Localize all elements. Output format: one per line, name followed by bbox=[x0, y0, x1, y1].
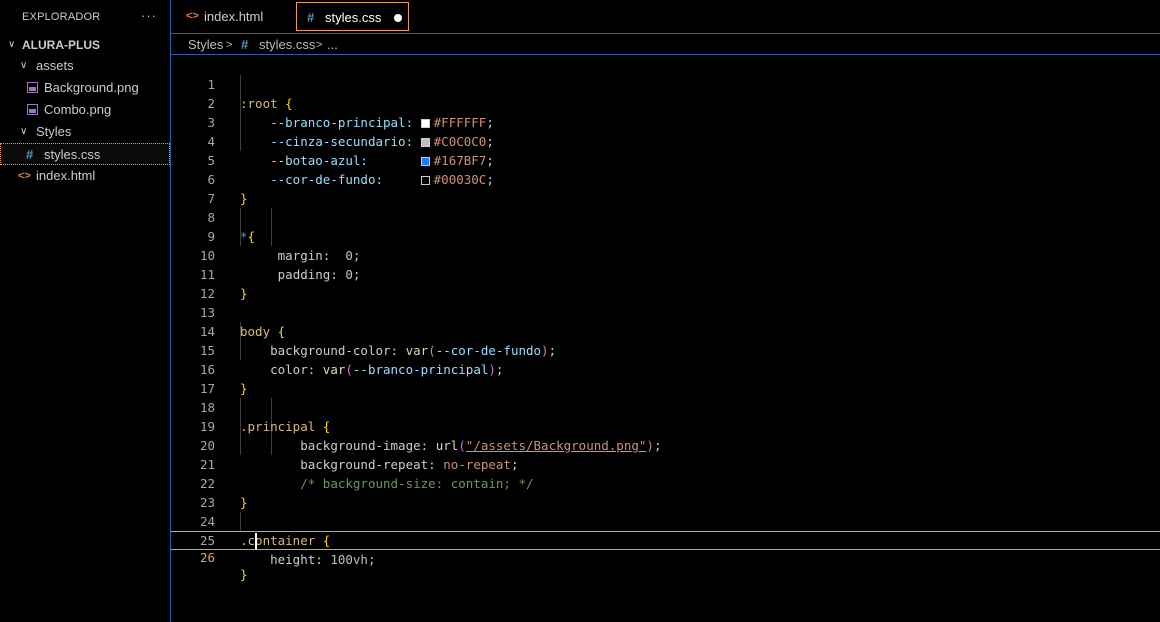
project-folder[interactable]: ∨ ALURA-PLUS bbox=[0, 34, 170, 56]
code-line: 17 bbox=[171, 360, 1160, 396]
image-file-icon bbox=[27, 82, 38, 93]
code-line: 24 .container { bbox=[171, 493, 1160, 548]
tab-index-html[interactable]: <> index.html bbox=[177, 2, 293, 31]
code-line: 6 } bbox=[171, 151, 1160, 206]
explorer-sidebar: EXPLORADOR ··· ∨ ALURA-PLUS ∨ assets Bac… bbox=[0, 0, 171, 622]
code-line: 1 :root { bbox=[171, 56, 1160, 111]
code-line: 16 } bbox=[171, 341, 1160, 396]
css-hash-icon: # bbox=[241, 37, 249, 52]
code-line: 9 margin: 0; bbox=[171, 208, 1160, 263]
code-line: 5 --cor-de-fundo: #00030C; bbox=[171, 132, 1160, 187]
line-number: 26 bbox=[199, 550, 215, 565]
code-line: 8 *{ bbox=[171, 189, 1160, 244]
code-line: 21 /* background-size: contain; */ bbox=[171, 436, 1160, 491]
chevron-down-icon: ∨ bbox=[20, 60, 28, 71]
css-hash-icon: # bbox=[307, 10, 315, 25]
code-line: 25 height: 100vh; bbox=[171, 512, 1160, 567]
tab-styles-css[interactable]: # styles.css bbox=[296, 2, 409, 31]
code-editor[interactable]: 1 :root { 2 --branco-principal: #FFFFFF;… bbox=[171, 56, 1160, 622]
html-icon: <> bbox=[186, 10, 199, 22]
css-hash-icon: # bbox=[26, 147, 34, 162]
code-line: 10 padding: 0; bbox=[171, 227, 1160, 282]
image-file-icon bbox=[27, 104, 38, 115]
file-styles-css[interactable]: # styles.css bbox=[0, 143, 170, 165]
value: 100vh bbox=[330, 552, 368, 567]
folder-label: assets bbox=[36, 58, 74, 73]
file-index-html[interactable]: <> index.html bbox=[0, 165, 170, 187]
file-label: Background.png bbox=[44, 80, 139, 95]
file-label: Combo.png bbox=[44, 102, 112, 117]
file-label: styles.css bbox=[44, 147, 101, 162]
code-line: 23 bbox=[171, 474, 1160, 510]
text-cursor bbox=[255, 533, 257, 549]
folder-assets[interactable]: ∨ assets bbox=[0, 55, 170, 77]
code-line: 2 --branco-principal: #FFFFFF; bbox=[171, 75, 1160, 130]
chevron-down-icon: ∨ bbox=[8, 39, 16, 50]
code-line: 22 } bbox=[171, 455, 1160, 510]
folder-label: Styles bbox=[36, 124, 72, 139]
folder-styles[interactable]: ∨ Styles bbox=[0, 121, 170, 143]
breadcrumb-more[interactable]: ... bbox=[327, 35, 338, 55]
chevron-down-icon: ∨ bbox=[20, 126, 28, 137]
html-icon: <> bbox=[18, 170, 31, 182]
file-label: index.html bbox=[36, 168, 96, 183]
more-actions-icon[interactable]: ··· bbox=[141, 8, 157, 23]
project-name: ALURA-PLUS bbox=[22, 38, 100, 52]
tab-label: index.html bbox=[204, 9, 264, 24]
code-line: 18 .principal { bbox=[171, 379, 1160, 434]
tab-bar: <> index.html # styles.css bbox=[171, 0, 1160, 34]
code-line: 11 } bbox=[171, 246, 1160, 301]
code-line: 12 bbox=[171, 265, 1160, 301]
breadcrumb: Styles > # styles.css > ... bbox=[171, 35, 1160, 55]
tab-label: styles.css bbox=[325, 10, 382, 25]
file-combo-png[interactable]: Combo.png bbox=[0, 99, 170, 121]
code-line: 3 --cinza-secundario: #C0C0C0; bbox=[171, 94, 1160, 149]
breadcrumb-folder[interactable]: Styles bbox=[188, 35, 223, 55]
code-line: 20 background-repeat: no-repeat; bbox=[171, 417, 1160, 472]
code-line: 15 color: var(--branco-principal); bbox=[171, 322, 1160, 377]
code-line: 7 bbox=[171, 170, 1160, 206]
chevron-right-icon: > bbox=[226, 39, 233, 51]
file-background-png[interactable]: Background.png bbox=[0, 77, 170, 99]
chevron-right-icon: > bbox=[316, 39, 323, 51]
current-code-line[interactable]: 26 } bbox=[171, 531, 1160, 582]
explorer-title: EXPLORADOR bbox=[22, 11, 101, 23]
code-line: 14 background-color: var(--cor-de-fundo)… bbox=[171, 303, 1160, 358]
unsaved-dot-icon[interactable] bbox=[394, 14, 402, 22]
code-line: 19 background-image: url("/assets/Backgr… bbox=[171, 398, 1160, 453]
code-line: 4 --botao-azul: #167BF7; bbox=[171, 113, 1160, 168]
property: height: bbox=[270, 552, 323, 567]
breadcrumb-file[interactable]: styles.css bbox=[259, 35, 315, 55]
code-line: 13 body { bbox=[171, 284, 1160, 339]
